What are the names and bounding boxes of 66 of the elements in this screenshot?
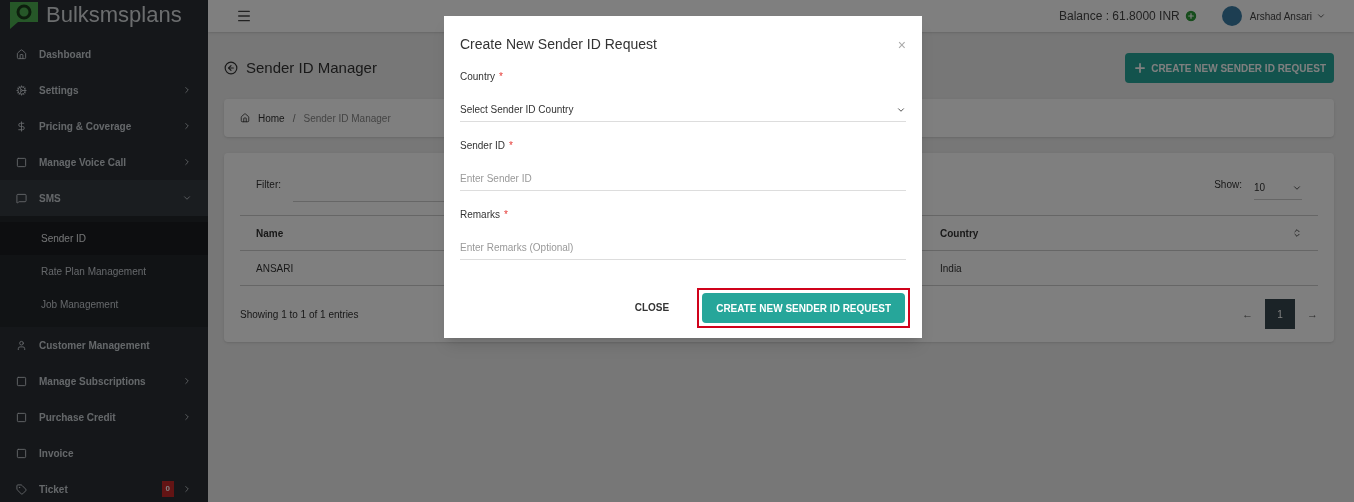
chevron-right-icon xyxy=(182,85,192,95)
submit-button[interactable]: CREATE NEW SENDER ID REQUEST xyxy=(702,293,905,323)
chevron-right-icon xyxy=(182,484,192,494)
chevron-right-icon xyxy=(182,376,192,386)
show-label: Show: xyxy=(1214,177,1242,192)
home-icon xyxy=(16,48,27,60)
required-mark: * xyxy=(504,208,508,222)
sidebar-item[interactable]: Ticket 0 xyxy=(0,471,208,502)
user-name[interactable]: Arshad Ansari xyxy=(1249,8,1312,24)
chevron-down-icon xyxy=(182,193,192,203)
text-field[interactable]: Enter Remarks (Optional) xyxy=(460,236,906,260)
sidebar-item[interactable]: Dashboard xyxy=(0,36,208,72)
sidebar-item[interactable]: Pricing & Coverage xyxy=(0,108,208,144)
chevron-right-icon xyxy=(182,121,192,131)
required-mark: * xyxy=(499,70,503,84)
logo-text: Bulksmsplans xyxy=(46,4,182,26)
menu-icon[interactable] xyxy=(236,8,252,24)
sidebar-item[interactable]: Invoice xyxy=(0,435,208,471)
sidebar-item[interactable]: Customer Management xyxy=(0,327,208,363)
plus-icon xyxy=(1133,61,1148,75)
count-badge: 0 xyxy=(161,481,174,497)
close-icon[interactable]: × xyxy=(897,37,906,52)
user-icon xyxy=(16,339,27,351)
field-label: Remarks xyxy=(460,208,500,222)
field-label: Country xyxy=(460,70,495,84)
field-label: Sender ID xyxy=(460,139,506,153)
create-request-button[interactable]: CREATE NEW SENDER ID REQUEST xyxy=(1125,53,1334,83)
required-mark: * xyxy=(509,139,513,153)
sidebar-item[interactable]: Purchase Credit xyxy=(0,399,208,435)
chevron-right-icon xyxy=(182,412,192,422)
submenu-item[interactable]: Job Management xyxy=(0,288,208,321)
home-icon xyxy=(240,113,250,123)
back-icon[interactable] xyxy=(224,61,238,75)
dollar-icon xyxy=(16,120,27,132)
sidebar-item[interactable]: Manage Voice Call xyxy=(0,144,208,180)
add-balance-icon[interactable] xyxy=(1183,9,1198,23)
tag-icon xyxy=(16,483,27,495)
chevron-right-icon xyxy=(182,157,192,167)
sidebar-item[interactable]: Settings xyxy=(0,72,208,108)
chevron-down-icon xyxy=(1316,11,1326,21)
page-size-select[interactable]: 10 xyxy=(1254,176,1302,200)
submenu-item[interactable]: Sender ID xyxy=(0,222,208,255)
sort-icon[interactable] xyxy=(1292,228,1302,238)
submenu-item[interactable]: Rate Plan Management xyxy=(0,255,208,288)
page-number-button[interactable]: 1 xyxy=(1265,299,1295,329)
avatar-icon xyxy=(1221,6,1242,26)
breadcrumb-link[interactable]: Sender ID Manager xyxy=(303,110,391,126)
close-button[interactable]: CLOSE xyxy=(622,292,682,322)
filter-label: Filter: xyxy=(256,177,281,192)
balance-text: Balance : 61.8000 INR xyxy=(1059,8,1180,25)
sidebar-item[interactable]: SMS xyxy=(0,180,208,216)
table-cell-text: ANSARI xyxy=(255,261,295,276)
previous-page-link[interactable]: ← xyxy=(1242,305,1253,323)
gears-icon xyxy=(16,84,27,96)
breadcrumb-separator: / xyxy=(292,111,296,126)
table-cell-text: India xyxy=(940,261,963,276)
modal-title: Create New Sender ID Request xyxy=(460,35,657,54)
text-field[interactable]: Enter Sender ID xyxy=(460,167,906,191)
sidebar-item[interactable]: Manage Subscriptions xyxy=(0,363,208,399)
page-title: Sender ID Manager xyxy=(246,57,377,78)
chat-bubble-icon xyxy=(16,192,27,204)
country-select[interactable]: Select Sender ID Country xyxy=(460,98,906,122)
column-header[interactable]: Country xyxy=(940,225,1292,241)
breadcrumb-link[interactable]: Home xyxy=(258,110,285,126)
next-page-link[interactable]: → xyxy=(1307,305,1318,323)
entries-info: Showing 1 to 1 of 1 entries xyxy=(240,307,359,322)
